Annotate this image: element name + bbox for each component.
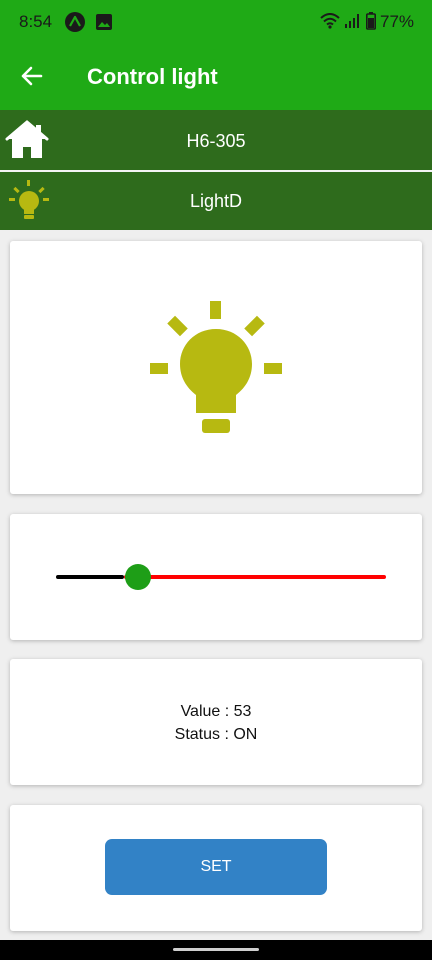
home-name: H6-305 — [186, 131, 246, 151]
home-gesture-handle[interactable] — [173, 948, 259, 951]
app-notification-icon — [65, 12, 85, 32]
page-title: Control light — [87, 64, 218, 89]
light-row[interactable]: LightD — [0, 172, 432, 230]
set-card: SET — [10, 805, 422, 931]
light-name: LightD — [189, 191, 243, 211]
light-bulb-icon — [150, 301, 282, 433]
app-bar: Control light — [0, 44, 432, 110]
slider-thumb[interactable] — [125, 564, 151, 590]
set-button[interactable]: SET — [105, 839, 327, 895]
battery-icon — [366, 12, 376, 30]
slider-track-remaining — [124, 575, 386, 579]
status-bar: 8:54 77% — [0, 0, 432, 44]
arrow-back-icon[interactable] — [12, 56, 52, 96]
brightness-slider-card — [10, 514, 422, 640]
value-text: Value : 53 — [180, 703, 252, 720]
wifi-icon — [320, 13, 340, 29]
status-time: 8:54 — [19, 12, 53, 31]
home-row[interactable]: H6-305 — [0, 110, 432, 170]
battery-percentage: 77% — [380, 12, 415, 31]
signal-icon — [345, 14, 359, 28]
bulb-card — [10, 241, 422, 494]
info-card: Value : 53 Status : ON — [10, 659, 422, 785]
slider-track-filled — [56, 575, 124, 579]
status-text: Status : ON — [174, 726, 258, 743]
brightness-slider[interactable] — [46, 560, 386, 594]
image-notification-icon — [96, 14, 112, 30]
navigation-bar — [0, 940, 432, 960]
